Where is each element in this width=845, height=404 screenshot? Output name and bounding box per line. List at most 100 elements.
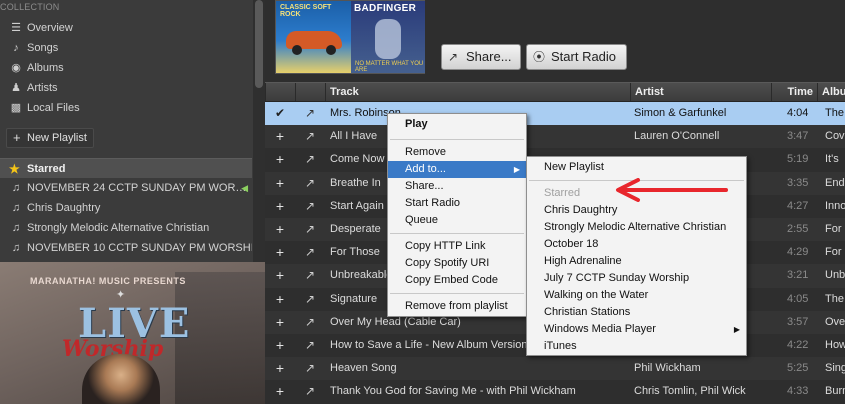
new-playlist-button[interactable]: + New Playlist [6, 128, 94, 148]
col-share-header [295, 83, 325, 101]
track-album[interactable]: The [825, 288, 845, 311]
share-button[interactable]: ↗ Share... [441, 44, 521, 70]
track-album[interactable]: How [825, 334, 845, 357]
add-icon[interactable]: + [265, 380, 295, 403]
submenu-item-playlist[interactable]: Christian Stations [527, 304, 746, 321]
track-time: 4:27 [787, 199, 809, 212]
share-icon[interactable]: ↗ [295, 172, 325, 195]
menu-item-play[interactable]: Play [388, 114, 526, 135]
add-icon[interactable]: + [265, 288, 295, 311]
track-album[interactable]: The [825, 102, 845, 125]
track-artist[interactable]: Simon & Garfunkel [634, 102, 770, 125]
track-album[interactable]: It's [825, 148, 845, 171]
submenu-item-windows-media-player[interactable]: Windows Media Player ▶ [527, 321, 746, 338]
check-icon[interactable]: ✔ [265, 102, 295, 125]
share-icon[interactable]: ↗ [295, 148, 325, 171]
track-artist[interactable]: Lauren O'Connell [634, 125, 770, 148]
add-icon[interactable]: + [265, 241, 295, 264]
table-row[interactable]: + ↗ Heaven Song Phil Wickham 5:25 Sing [265, 357, 845, 381]
col-artist-header[interactable]: Artist [630, 83, 771, 101]
table-row[interactable]: ✔ ↗ Mrs. Robinson Simon & Garfunkel 4:04… [265, 102, 845, 126]
track-album[interactable]: For [825, 218, 845, 241]
share-icon[interactable]: ↗ [295, 334, 325, 357]
track-context-menu: Play Remove Add to... ▶ Share... Start R… [387, 113, 527, 317]
submenu-item-label: Windows Media Player [544, 323, 656, 335]
add-icon[interactable]: + [265, 264, 295, 287]
add-icon[interactable]: + [265, 195, 295, 218]
submenu-item-new-playlist[interactable]: New Playlist [527, 159, 746, 176]
track-album[interactable]: Burn [825, 380, 845, 403]
menu-item-start-radio[interactable]: Start Radio [388, 195, 526, 212]
share-icon[interactable]: ↗ [295, 264, 325, 287]
sidebar-item-overview[interactable]: ☰ Overview [0, 18, 252, 38]
start-radio-button[interactable]: ⦿ Start Radio [526, 44, 627, 70]
sidebar-item-songs[interactable]: ♪ Songs [0, 38, 252, 58]
sidebar-item-starred[interactable]: ★ Starred [0, 158, 252, 178]
submenu-item-playlist[interactable]: Walking on the Water [527, 287, 746, 304]
sidebar-item-artists[interactable]: ♟ Artists [0, 78, 252, 98]
track-album[interactable]: Inno [825, 195, 845, 218]
col-album-header[interactable]: Albu [817, 83, 845, 101]
sidebar-item-local-files[interactable]: ▩ Local Files [0, 98, 252, 118]
sidebar-item-label: Songs [27, 42, 59, 54]
add-icon[interactable]: + [265, 172, 295, 195]
share-icon[interactable]: ↗ [295, 241, 325, 264]
col-track-header[interactable]: Track [325, 83, 630, 101]
track-album[interactable]: Sing [825, 357, 845, 380]
sidebar-playlist-item[interactable]: ♫ Strongly Melodic Alternative Christian [0, 218, 252, 238]
share-icon[interactable]: ↗ [295, 102, 325, 125]
submenu-item-playlist[interactable]: July 7 CCTP Sunday Worship [527, 270, 746, 287]
col-time-header[interactable]: Time [771, 83, 817, 101]
track-time: 4:22 [787, 338, 809, 351]
add-icon[interactable]: + [265, 148, 295, 171]
track-album[interactable]: Unb [825, 264, 845, 287]
add-icon[interactable]: + [265, 125, 295, 148]
track-album[interactable]: End [825, 172, 845, 195]
share-icon[interactable]: ↗ [295, 311, 325, 334]
share-icon[interactable]: ↗ [295, 288, 325, 311]
share-icon[interactable]: ↗ [295, 218, 325, 241]
menu-item-remove[interactable]: Remove [388, 144, 526, 161]
table-row[interactable]: + ↗ All I Have Lauren O'Connell 3:47 Cov [265, 125, 845, 149]
menu-item-copy-http-link[interactable]: Copy HTTP Link [388, 238, 526, 255]
start-radio-label: Start Radio [551, 49, 617, 64]
track-album[interactable]: Cov [825, 125, 845, 148]
spotify-window: COLLECTION ☰ Overview ♪ Songs ◉ Albums ♟… [0, 0, 845, 404]
submenu-item-playlist[interactable]: iTunes [527, 338, 746, 355]
add-icon[interactable]: + [265, 334, 295, 357]
track-artist[interactable]: Phil Wickham [634, 357, 770, 380]
speaker-icon: ◀ [241, 183, 248, 193]
track-album[interactable]: Ove [825, 311, 845, 334]
sidebar-item-albums[interactable]: ◉ Albums [0, 58, 252, 78]
add-icon[interactable]: + [265, 218, 295, 241]
submenu-item-playlist[interactable]: High Adrenaline [527, 253, 746, 270]
share-icon[interactable]: ↗ [295, 380, 325, 403]
menu-item-copy-embed-code[interactable]: Copy Embed Code [388, 272, 526, 289]
track-artist[interactable]: Chris Tomlin, Phil Wick [634, 380, 770, 403]
add-icon[interactable]: + [265, 311, 295, 334]
submenu-item-playlist[interactable]: Chris Daughtry [527, 202, 746, 219]
collection-heading: COLLECTION [0, 2, 60, 12]
share-icon[interactable]: ↗ [295, 125, 325, 148]
share-icon[interactable]: ↗ [295, 357, 325, 380]
menu-item-queue[interactable]: Queue [388, 212, 526, 229]
now-playing-cover-art[interactable]: MARANATHA! MUSIC PRESENTS ✦ LIVE Worship [0, 262, 265, 404]
submenu-item-playlist[interactable]: Strongly Melodic Alternative Christian [527, 219, 746, 236]
menu-item-share[interactable]: Share... [388, 178, 526, 195]
share-icon[interactable]: ↗ [295, 195, 325, 218]
album-icon: ◉ [11, 62, 21, 74]
track-album[interactable]: For [825, 241, 845, 264]
sidebar-playlist-item[interactable]: ♫ Chris Daughtry [0, 198, 252, 218]
menu-item-add-to[interactable]: Add to... ▶ [388, 161, 526, 178]
sidebar-item-label: Starred [27, 163, 66, 175]
sidebar-playlist-item[interactable]: ♫ NOVEMBER 10 CCTP SUNDAY PM WORSHIP [0, 238, 252, 258]
sidebar-item-label: Artists [27, 82, 58, 94]
menu-item-copy-spotify-uri[interactable]: Copy Spotify URI [388, 255, 526, 272]
sidebar-scrollbar[interactable] [253, 0, 265, 262]
table-row[interactable]: + ↗ Thank You God for Saving Me - with P… [265, 380, 845, 403]
add-icon[interactable]: + [265, 357, 295, 380]
scrollbar-thumb[interactable] [255, 0, 263, 88]
menu-item-remove-from-playlist[interactable]: Remove from playlist [388, 298, 526, 315]
sidebar-playlist-item[interactable]: ♫ NOVEMBER 24 CCTP SUNDAY PM WOR… ◀ [0, 178, 252, 198]
submenu-item-playlist[interactable]: October 18 [527, 236, 746, 253]
